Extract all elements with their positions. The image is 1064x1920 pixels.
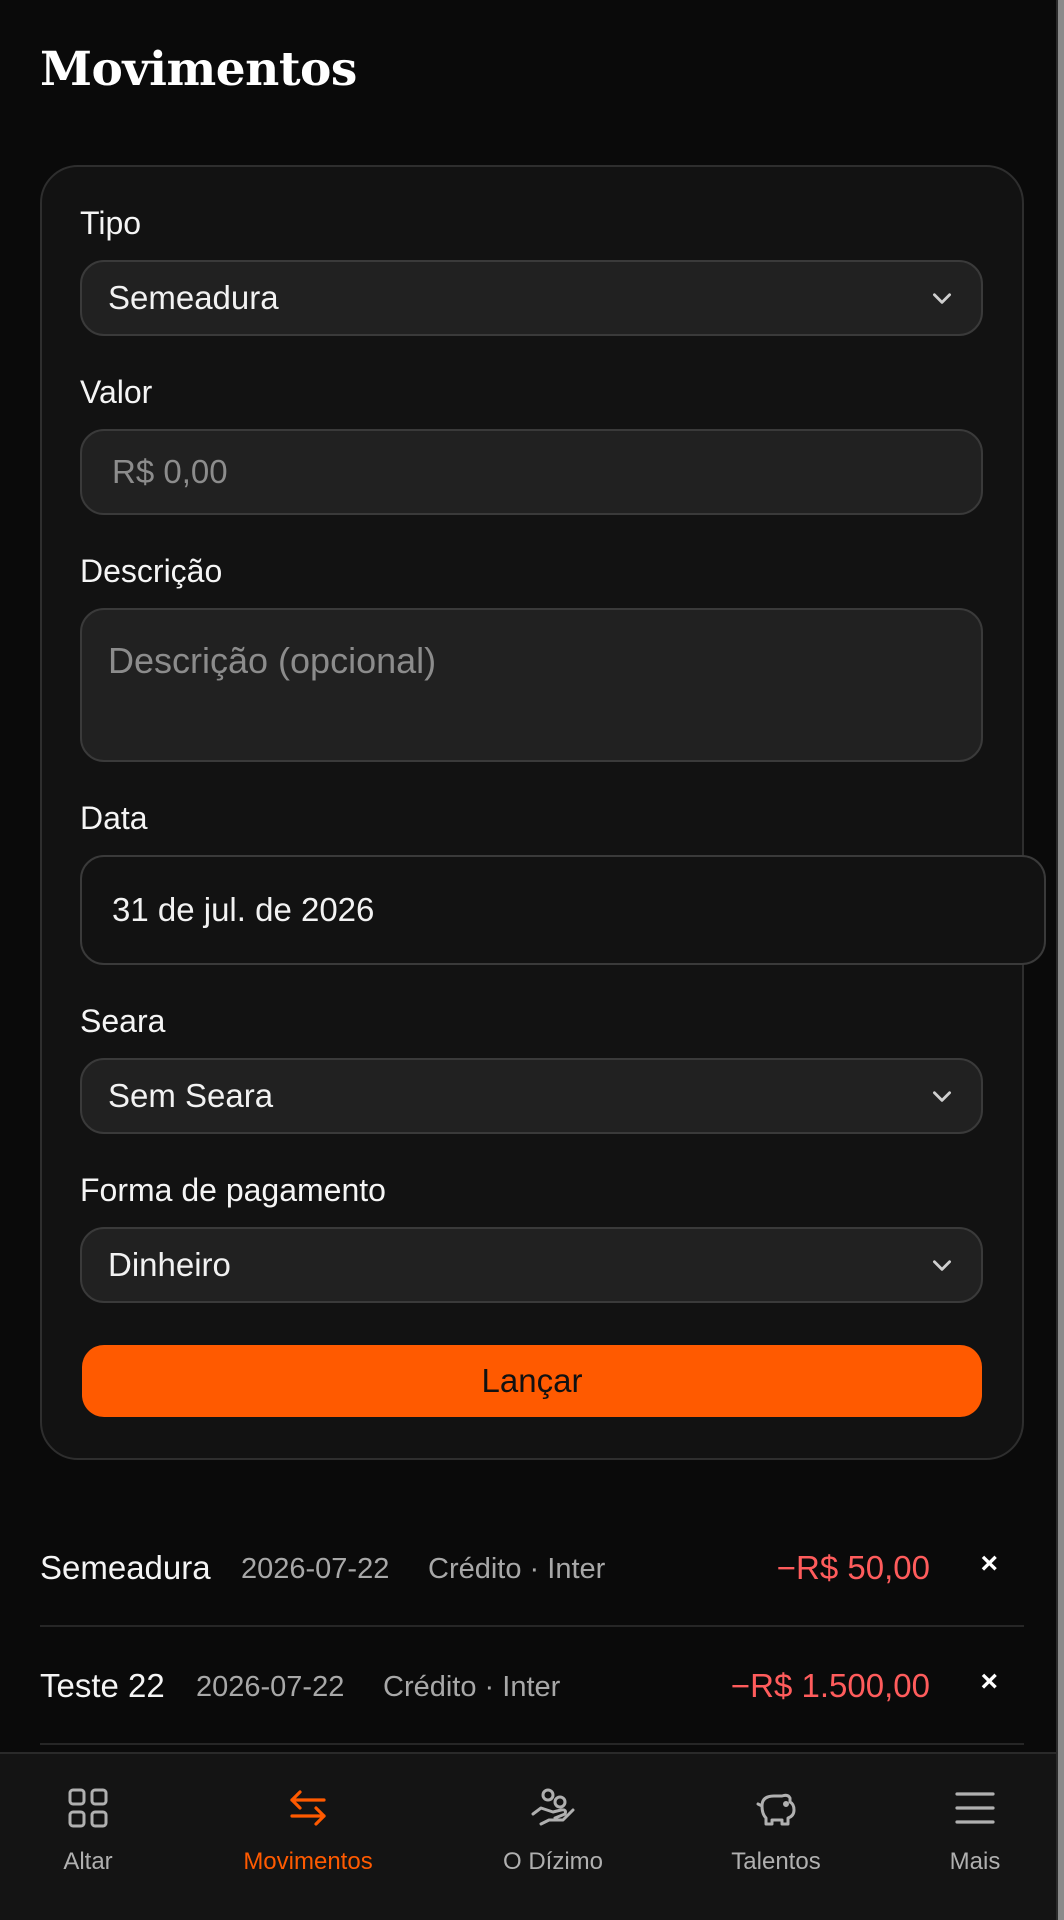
transaction-name: Semeadura — [40, 1549, 211, 1586]
descricao-placeholder: Descrição (opcional) — [108, 640, 437, 681]
swap-arrows-icon — [290, 1790, 326, 1826]
nav-label: Talentos — [731, 1848, 821, 1875]
chevron-down-icon — [933, 1091, 951, 1102]
menu-icon — [955, 1792, 995, 1824]
lancar-button-label: Lançar — [481, 1362, 583, 1399]
data-value: 31 de jul. de 2026 — [112, 891, 375, 928]
delete-transaction-button[interactable]: × — [980, 1665, 998, 1699]
scrollbar[interactable] — [1056, 0, 1064, 1920]
pagamento-select[interactable]: Dinheiro — [80, 1227, 983, 1303]
transaction-amount: −R$ 1.500,00 — [730, 1667, 930, 1704]
nav-item-o-dizimo[interactable]: O Dízimo — [453, 1754, 653, 1920]
data-input[interactable]: 31 de jul. de 2026 — [80, 855, 1046, 965]
nav-label: O Dízimo — [502, 1848, 603, 1875]
seara-label: Seara — [80, 1003, 166, 1039]
descricao-label: Descrição — [80, 553, 223, 589]
tipo-select[interactable]: Semeadura — [80, 260, 983, 336]
transaction-name: Teste 22 — [40, 1667, 165, 1704]
page-title: Movimentos — [40, 42, 357, 97]
nav-item-talentos[interactable]: Talentos — [676, 1754, 876, 1920]
nav-label: Altar — [63, 1848, 113, 1875]
nav-item-altar[interactable]: Altar — [0, 1754, 188, 1920]
tipo-select-value: Semeadura — [108, 279, 279, 316]
pagamento-label: Forma de pagamento — [80, 1172, 386, 1208]
lancar-button[interactable]: Lançar — [82, 1345, 982, 1417]
transaction-amount: −R$ 50,00 — [776, 1549, 930, 1586]
piggy-bank-icon — [756, 1793, 796, 1826]
data-label: Data — [80, 800, 148, 836]
grid-icon — [68, 1788, 108, 1828]
chevron-down-icon — [933, 1260, 951, 1271]
bottom-nav: Altar Movimentos O Dízimo Talentos Mais — [0, 1752, 1056, 1920]
nav-label: Movimentos — [243, 1848, 373, 1875]
nav-item-mais[interactable]: Mais — [875, 1754, 1064, 1920]
hand-giving-icon — [531, 1788, 575, 1826]
pagamento-select-value: Dinheiro — [108, 1246, 231, 1283]
nav-item-movimentos[interactable]: Movimentos — [208, 1754, 408, 1920]
seara-select[interactable]: Sem Seara — [80, 1058, 983, 1134]
nav-label: Mais — [949, 1848, 1001, 1875]
valor-placeholder: R$ 0,00 — [112, 453, 228, 490]
valor-input[interactable]: R$ 0,00 — [80, 429, 983, 515]
page: Movimentos Tipo Semeadura Valor R$ 0,00 … — [0, 0, 1064, 1920]
valor-label: Valor — [80, 374, 153, 410]
seara-select-value: Sem Seara — [108, 1077, 274, 1114]
transaction-date: 2026-07-22 — [241, 1553, 390, 1585]
descricao-textarea[interactable]: Descrição (opcional) — [80, 608, 983, 762]
transaction-row: Semeadura 2026-07-22 Crédito · Inter −R$… — [40, 1509, 1024, 1627]
transaction-date: 2026-07-22 — [196, 1671, 345, 1703]
tipo-label: Tipo — [80, 205, 142, 241]
transaction-meta: Crédito · Inter — [428, 1553, 606, 1585]
transaction-row: Teste 22 2026-07-22 Crédito · Inter −R$ … — [40, 1627, 1024, 1745]
transaction-meta: Crédito · Inter — [383, 1671, 561, 1703]
delete-transaction-button[interactable]: × — [980, 1547, 998, 1581]
chevron-down-icon — [933, 293, 951, 304]
